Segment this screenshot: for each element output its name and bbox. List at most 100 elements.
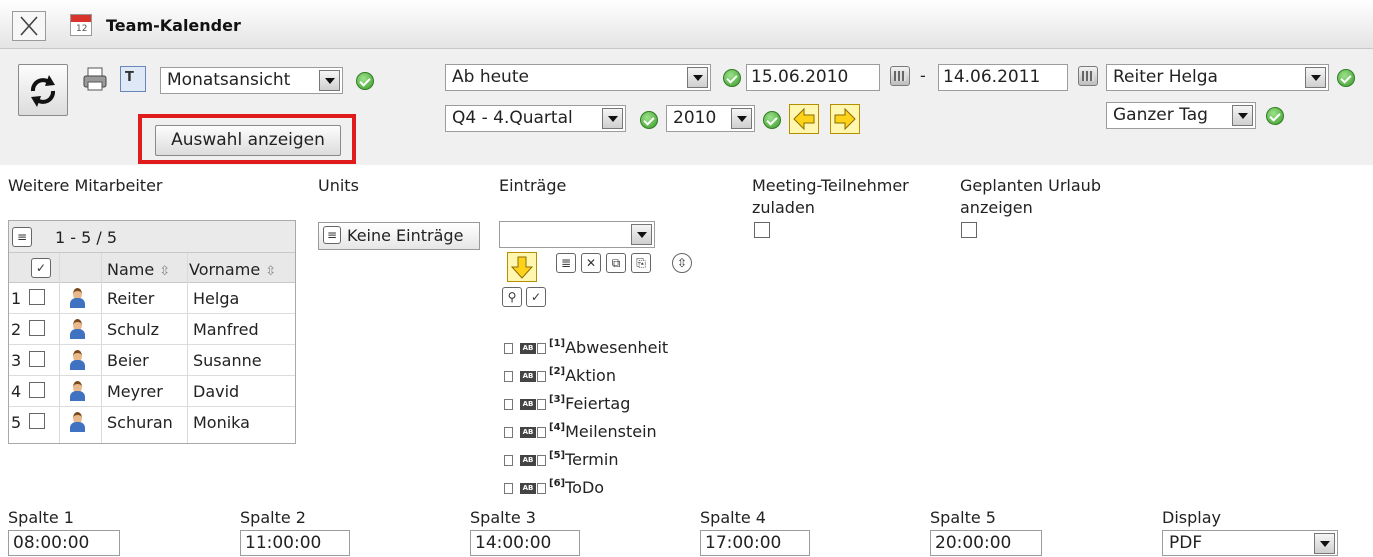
vacation-label-line2: anzeigen: [960, 198, 1033, 217]
grid-menu-icon[interactable]: ≡: [12, 227, 32, 247]
entry-checkbox[interactable]: [504, 399, 513, 410]
date-separator: -: [920, 66, 926, 85]
view-select[interactable]: Monatsansicht: [160, 67, 343, 94]
list-icon: ≡: [323, 226, 341, 244]
row-checkbox[interactable]: [29, 382, 45, 398]
next-period-button[interactable]: [830, 104, 860, 134]
table-row[interactable]: 2 Schulz Manfred: [9, 314, 295, 345]
date-to-input[interactable]: 14.06.2011: [938, 64, 1068, 91]
column-2-input[interactable]: 11:00:00: [240, 530, 350, 556]
row-checkbox[interactable]: [29, 351, 45, 367]
entry-checkbox[interactable]: [504, 343, 513, 354]
calendar-picker-icon[interactable]: [1078, 66, 1098, 86]
column-5-input[interactable]: 20:00:00: [930, 530, 1042, 556]
text-badge-icon: AB: [520, 427, 536, 438]
move-down-button[interactable]: [507, 252, 537, 282]
close-icon: [20, 16, 38, 36]
search-icon[interactable]: ⚲: [502, 287, 522, 307]
grid-toolbar: ≡ 1 - 5 / 5: [9, 221, 295, 253]
export-button[interactable]: T: [120, 66, 146, 92]
entry-type-item[interactable]: AB [3]Feiertag: [504, 394, 630, 413]
chevron-down-icon: [1232, 105, 1253, 126]
column-4-label: Spalte 4: [700, 508, 766, 527]
entry-checkbox[interactable]: [504, 427, 513, 438]
copy-icon[interactable]: ⧉: [606, 253, 626, 273]
person-icon: [69, 288, 85, 308]
entry-checkbox[interactable]: [504, 455, 513, 466]
column-3-input[interactable]: 14:00:00: [470, 530, 580, 556]
column-1-input[interactable]: 08:00:00: [8, 530, 120, 556]
period-select[interactable]: Ab heute: [445, 64, 711, 91]
entry-checkbox[interactable]: [504, 371, 513, 382]
row-checkbox[interactable]: [29, 289, 45, 305]
apply-view-icon[interactable]: [356, 72, 374, 90]
print-button[interactable]: [82, 66, 108, 92]
apply-period-icon[interactable]: [723, 69, 741, 87]
entry-type-item[interactable]: AB [4]Meilenstein: [504, 422, 657, 441]
delete-icon[interactable]: ✕: [581, 253, 601, 273]
entries-select[interactable]: [499, 221, 655, 248]
previous-period-button[interactable]: [789, 104, 819, 134]
column-1-label: Spalte 1: [8, 508, 74, 527]
grid-column-header: ✓ Name ⇳ Vorname ⇳: [9, 253, 295, 283]
refresh-button[interactable]: [18, 64, 68, 116]
calendar-picker-icon[interactable]: [890, 66, 910, 86]
column-5-label: Spalte 5: [930, 508, 996, 527]
apply-quarter-icon[interactable]: [640, 111, 658, 129]
year-select[interactable]: 2010: [666, 105, 755, 132]
apply-duration-icon[interactable]: [1266, 107, 1284, 125]
show-selection-button[interactable]: Auswahl anzeigen: [155, 125, 341, 156]
table-row[interactable]: 3 Beier Susanne: [9, 345, 295, 376]
select-all-checkbox[interactable]: ✓: [31, 258, 51, 278]
check-icon[interactable]: ✓: [526, 287, 546, 307]
column-header-firstname[interactable]: Vorname ⇳: [189, 260, 276, 279]
sort-icon[interactable]: ⇳: [672, 253, 692, 273]
row-checkbox[interactable]: [29, 413, 45, 429]
refresh-icon: [30, 75, 56, 107]
chevron-down-icon: [687, 67, 708, 88]
entry-checkbox[interactable]: [504, 483, 513, 494]
duration-select[interactable]: Ganzer Tag: [1106, 102, 1256, 129]
person-icon: [69, 381, 85, 401]
paste-icon[interactable]: ⎘: [631, 253, 651, 273]
meeting-participants-checkbox[interactable]: [754, 222, 770, 238]
column-4-input[interactable]: 17:00:00: [700, 530, 810, 556]
text-badge-icon: AB: [520, 455, 536, 466]
entry-type-item[interactable]: AB [6]ToDo: [504, 478, 604, 497]
entry-type-item[interactable]: AB [5]Termin: [504, 450, 618, 469]
column-header-name[interactable]: Name ⇳: [107, 260, 170, 279]
meeting-label: Meeting-Teilnehmer: [752, 176, 909, 195]
entry-type-item[interactable]: AB [1]Abwesenheit: [504, 338, 668, 357]
apply-person-icon[interactable]: [1337, 69, 1355, 87]
chevron-down-icon: [319, 70, 340, 91]
table-row[interactable]: 5 Schuran Monika: [9, 407, 295, 438]
text-badge-icon: AB: [520, 483, 536, 494]
chevron-down-icon: [1305, 67, 1326, 88]
table-row[interactable]: 1 Reiter Helga: [9, 283, 295, 314]
calendar-icon: 12: [70, 14, 92, 36]
entry-type-item[interactable]: AB [2]Aktion: [504, 366, 616, 385]
display-label: Display: [1162, 508, 1221, 527]
text-badge-icon: AB: [520, 399, 536, 410]
entries-list-icon[interactable]: ≣: [556, 253, 576, 273]
arrow-left-icon: [793, 107, 815, 131]
export-icon: T: [125, 70, 134, 85]
person-select[interactable]: Reiter Helga: [1106, 64, 1329, 91]
person-icon: [69, 350, 85, 370]
vacation-label: Geplanten Urlaub: [960, 176, 1101, 195]
person-icon: [69, 412, 85, 432]
display-select[interactable]: PDF: [1162, 530, 1338, 556]
row-checkbox[interactable]: [29, 320, 45, 336]
units-button[interactable]: ≡ Keine Einträge: [318, 222, 480, 250]
quarter-select[interactable]: Q4 - 4.Quartal: [445, 105, 626, 132]
close-button[interactable]: [12, 11, 46, 41]
text-badge-icon: AB: [520, 371, 536, 382]
employees-grid: ≡ 1 - 5 / 5 ✓ Name ⇳ Vorname ⇳ 1 Reiter …: [8, 220, 296, 444]
table-row[interactable]: 4 Meyrer David: [9, 376, 295, 407]
date-from-input[interactable]: 15.06.2010: [746, 64, 880, 91]
chevron-down-icon: [631, 224, 652, 245]
person-icon: [69, 319, 85, 339]
planned-vacation-checkbox[interactable]: [961, 222, 977, 238]
apply-year-icon[interactable]: [763, 111, 781, 129]
title-bar: 12 Team-Kalender: [0, 0, 1373, 49]
